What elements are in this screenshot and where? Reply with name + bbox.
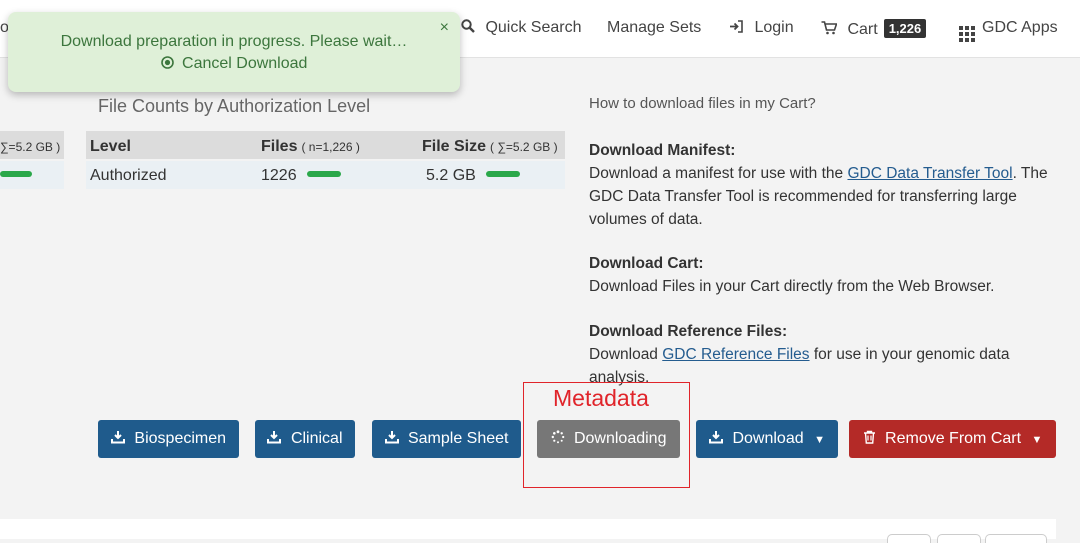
search-icon: [461, 19, 479, 36]
gdc-apps-link[interactable]: GDC Apps: [959, 19, 1058, 42]
files-bar: [306, 171, 341, 177]
download-reference-help: Download Reference Files: Download GDC R…: [589, 320, 1049, 389]
download-icon: [709, 430, 727, 447]
clinical-button[interactable]: Clinical: [255, 420, 355, 458]
download-icon: [267, 430, 285, 447]
login-icon: [729, 19, 748, 36]
caret-down-icon: ▼: [1031, 434, 1043, 446]
cancel-download-link[interactable]: Cancel Download: [8, 55, 460, 73]
cart-icon: [821, 21, 841, 38]
left-partial-bar: [0, 167, 32, 185]
remove-label: Remove From Cart: [885, 430, 1022, 447]
reference-text: Download: [589, 346, 663, 363]
download-toast: Download preparation in progress. Please…: [8, 12, 460, 92]
clinical-label: Clinical: [290, 430, 343, 447]
biospecimen-button[interactable]: Biospecimen: [98, 420, 239, 458]
size-bar: [485, 171, 520, 177]
sample-sheet-label: Sample Sheet: [407, 430, 509, 447]
remove-from-cart-button[interactable]: Remove From Cart ▼: [849, 420, 1056, 458]
cart-link[interactable]: Cart 1,226: [821, 19, 927, 39]
quick-search-link[interactable]: Quick Search: [461, 19, 582, 37]
apps-grid-icon: [959, 26, 975, 42]
metadata-annotation-label: Metadata: [553, 385, 649, 411]
download-label: Download: [732, 430, 804, 447]
cancel-download-label: Cancel Download: [182, 55, 308, 72]
file-size-header: File Size( ∑=5.2 GB ): [422, 138, 558, 155]
files-cell: 1226: [261, 167, 341, 185]
table-gap: [64, 131, 86, 191]
cancel-circle-icon: [160, 55, 182, 72]
help-title: How to download files in my Cart?: [589, 95, 816, 112]
gdc-apps-label: GDC Apps: [982, 19, 1058, 36]
login-link[interactable]: Login: [729, 19, 794, 37]
manage-sets-label: Manage Sets: [607, 19, 702, 36]
cart-text: Download Files in your Cart directly fro…: [589, 278, 995, 295]
level-header: Level: [90, 138, 131, 155]
close-icon[interactable]: ×: [440, 19, 449, 37]
auth-level-title: File Counts by Authorization Level: [98, 96, 371, 116]
trash-icon: [863, 430, 880, 447]
manifest-heading: Download Manifest:: [589, 142, 736, 159]
cart-label: Cart: [847, 21, 878, 38]
caret-down-icon: ▼: [814, 434, 825, 446]
reference-heading: Download Reference Files:: [589, 323, 788, 340]
sample-sheet-button[interactable]: Sample Sheet: [372, 420, 521, 458]
download-cart-help: Download Cart: Download Files in your Ca…: [589, 252, 1049, 298]
download-icon: [110, 430, 129, 447]
biospecimen-label: Biospecimen: [134, 430, 227, 447]
reference-files-link[interactable]: GDC Reference Files: [662, 346, 809, 363]
data-transfer-tool-link[interactable]: GDC Data Transfer Tool: [847, 165, 1012, 182]
level-cell: Authorized: [90, 167, 167, 184]
download-icon: [384, 430, 403, 447]
download-dropdown-button[interactable]: Download ▼: [696, 420, 838, 458]
cart-count-badge: 1,226: [883, 19, 927, 38]
cart-heading: Download Cart:: [589, 255, 704, 272]
login-label: Login: [754, 19, 794, 36]
size-cell: 5.2 GB: [422, 167, 520, 185]
files-header: Files( n=1,226 ): [261, 138, 360, 155]
toast-message: Download preparation in progress. Please…: [60, 33, 408, 50]
quick-search-label: Quick Search: [485, 19, 582, 36]
manage-sets-link[interactable]: Manage Sets: [607, 19, 701, 37]
left-partial-size-sub: ∑=5.2 GB ): [0, 140, 61, 154]
download-manifest-help: Download Manifest: Download a manifest f…: [589, 139, 1049, 231]
manifest-text: Download a manifest for use with the: [589, 165, 848, 182]
